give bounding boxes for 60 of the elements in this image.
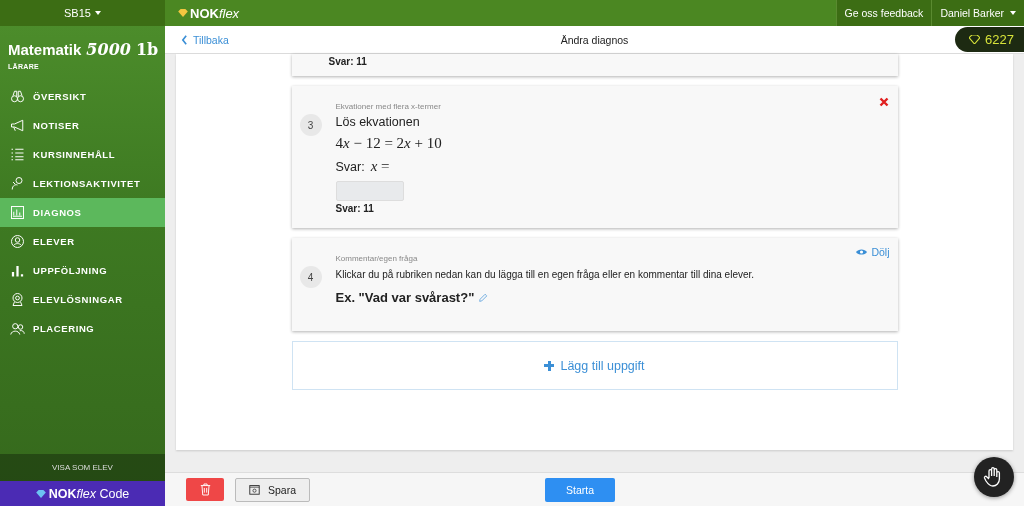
bar-chart-icon — [10, 263, 25, 278]
feedback-button[interactable]: Ge oss feedback — [835, 0, 932, 26]
task-prompt: Lös ekvationen — [335, 115, 421, 129]
badge-icon — [10, 292, 25, 307]
nav-item[interactable]: LEKTIONSAKTIVITET — [0, 169, 165, 198]
nav-item[interactable]: ELEVER — [0, 227, 165, 256]
nav-item[interactable]: ÖVERSIKT — [0, 82, 165, 111]
binoculars-icon — [10, 89, 25, 104]
course-name: Matematik — [8, 41, 82, 58]
points-count: 6227 — [985, 32, 1014, 47]
nav-item[interactable]: NOTISER — [0, 111, 165, 140]
save-icon — [249, 484, 260, 495]
nav-item[interactable]: KURSINNEHÅLL — [0, 140, 165, 169]
board-icon — [10, 205, 25, 220]
save-button[interactable]: Spara — [235, 477, 310, 502]
answer-text: Svar: 11 — [335, 203, 375, 214]
task-category: Ekvationer med flera x-termer — [335, 102, 442, 111]
eye-icon — [856, 248, 868, 256]
view-as-student-button[interactable]: VISA SOM ELEV — [0, 454, 165, 481]
delete-button[interactable] — [186, 478, 224, 501]
user-menu[interactable]: Daniel Barker — [931, 0, 1024, 26]
answer-math: x = — [370, 158, 390, 175]
caret-icon — [1010, 11, 1016, 15]
user-icon — [10, 234, 25, 249]
start-button[interactable]: Starta — [545, 477, 615, 502]
task-number: 3 — [299, 114, 322, 136]
person-icon — [10, 176, 25, 191]
answer-field[interactable] — [335, 181, 404, 201]
back-link[interactable]: Tillbaka — [165, 33, 275, 46]
equation: 4x − 12 = 2x + 10 — [335, 135, 442, 152]
course-level: 1b — [135, 40, 159, 59]
caret-icon — [94, 11, 101, 15]
hide-button[interactable]: Dölj — [856, 246, 890, 258]
gem-icon — [969, 35, 981, 44]
nav-item[interactable]: UPPFÖLJNING — [0, 256, 165, 285]
nav-item[interactable]: PLACERING — [0, 314, 165, 343]
code-logo: NOKflex Code — [48, 486, 130, 501]
megaphone-icon — [10, 118, 25, 133]
trash-icon — [199, 483, 211, 496]
close-icon[interactable] — [878, 97, 889, 107]
answer-text: Svar: 11 — [328, 56, 367, 69]
task-description: Klickar du på rubriken nedan kan du lägga till en egen fråga eller en kommentar till dina elever. — [335, 269, 755, 280]
task-category: Kommentar/egen fråga — [335, 254, 419, 263]
answer-label: Svar: — [335, 160, 365, 174]
comment-heading[interactable]: Ex. "Vad var svårast?" — [335, 290, 475, 305]
chevron-left-icon — [181, 34, 188, 45]
class-dropdown[interactable]: SB15 — [60, 5, 105, 21]
list-icon — [10, 147, 25, 162]
app-logo: NOKflex — [190, 5, 240, 21]
users-icon — [10, 321, 25, 336]
code-banner[interactable]: NOKflex Code — [0, 481, 165, 506]
gem-icon — [178, 9, 188, 17]
gem-icon — [35, 489, 46, 498]
course-series: 5000 — [86, 40, 131, 59]
help-button[interactable] — [974, 457, 1014, 497]
nav-item[interactable]: ELEVLÖSNINGAR — [0, 285, 165, 314]
page-title: Ändra diagnos — [560, 33, 629, 46]
pencil-icon[interactable] — [478, 292, 489, 303]
task-number: 4 — [299, 266, 322, 288]
add-task-button[interactable]: Lägg till uppgift — [291, 341, 898, 390]
